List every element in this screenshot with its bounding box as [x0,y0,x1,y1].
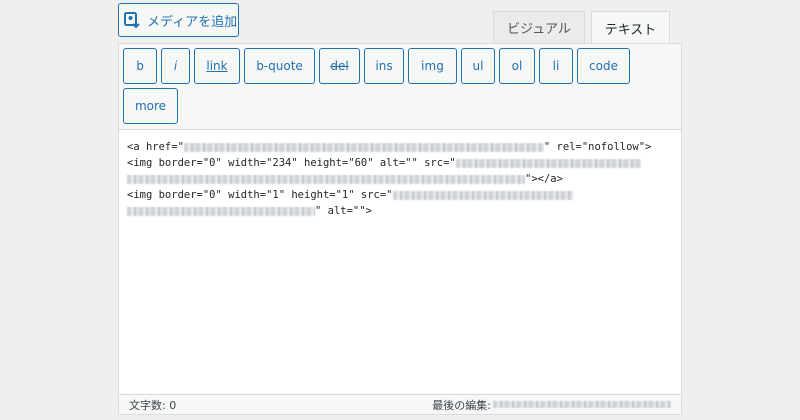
redacted-text [493,401,671,408]
quicktag-del-button[interactable]: del [319,48,360,84]
tab-text[interactable]: テキスト [591,11,670,44]
quicktag-img-button[interactable]: img [408,48,457,84]
quicktag-label: b-quote [256,59,303,73]
last-edit-label: 最後の編集: [432,398,491,412]
quicktag-label: b [136,59,144,73]
quicktag-li-button[interactable]: li [539,48,573,84]
quicktag-label: del [330,59,349,73]
tab-visual[interactable]: ビジュアル [493,11,585,43]
quicktag-label: ins [375,59,393,73]
add-media-label: メディアを追加 [147,14,238,30]
code-text: <a href=" [127,141,184,153]
quicktag-label: ol [511,59,523,73]
code-line: "></a> [127,171,673,187]
content-textarea[interactable]: <a href=" " rel="nofollow"> <img border="… [119,129,681,393]
quicktag-code-button[interactable]: code [577,48,630,84]
code-line: <a href=" " rel="nofollow"> [127,139,673,155]
code-text: " alt=""> [315,205,372,217]
quicktag-label: li [552,59,560,73]
code-text: " rel="nofollow"> [543,141,652,153]
code-line: " alt=""> [127,203,673,219]
quicktag-ins-button[interactable]: ins [364,48,404,84]
add-media-button[interactable]: メディアを追加 [118,3,239,37]
code-line: <img border="0" width="234" height="60" … [127,155,673,171]
redacted-text [392,190,573,200]
quicktag-more-button[interactable]: more [123,88,178,124]
tab-text-label: テキスト [604,22,657,38]
quicktag-label: link [206,59,228,73]
code-text: <img border="0" width="234" height="60" … [127,157,456,169]
code-text: <img border="0" width="1" height="1" src… [127,189,393,201]
quicktag-label: i [173,59,178,73]
quicktag-bquote-button[interactable]: b-quote [244,48,315,84]
redacted-text [127,174,525,184]
quicktags-toolbar: b i link b-quote del ins img ul ol li co… [119,44,681,128]
quicktag-label: more [134,99,167,113]
last-edit-info: 最後の編集: [432,397,671,413]
code-text: "></a> [525,173,563,185]
quicktag-bold-button[interactable]: b [123,48,157,84]
editor-status-bar: 文字数: 0 最後の編集: [119,394,681,414]
quicktag-label: code [589,59,618,73]
code-line: <img border="0" width="1" height="1" src… [127,187,673,203]
text-editor: b i link b-quote del ins img ul ol li co… [118,43,682,415]
quicktag-link-button[interactable]: link [194,48,240,84]
redacted-text [183,142,544,152]
quicktag-ul-button[interactable]: ul [461,48,495,84]
quicktag-italic-button[interactable]: i [161,48,190,84]
redacted-text [127,206,315,216]
quicktag-ol-button[interactable]: ol [499,48,535,84]
tab-visual-label: ビジュアル [507,22,571,37]
quicktag-label: ul [472,59,484,73]
quicktag-label: img [421,59,444,73]
media-add-icon [124,11,142,29]
redacted-text [455,158,641,168]
word-count: 文字数: 0 [129,398,177,412]
